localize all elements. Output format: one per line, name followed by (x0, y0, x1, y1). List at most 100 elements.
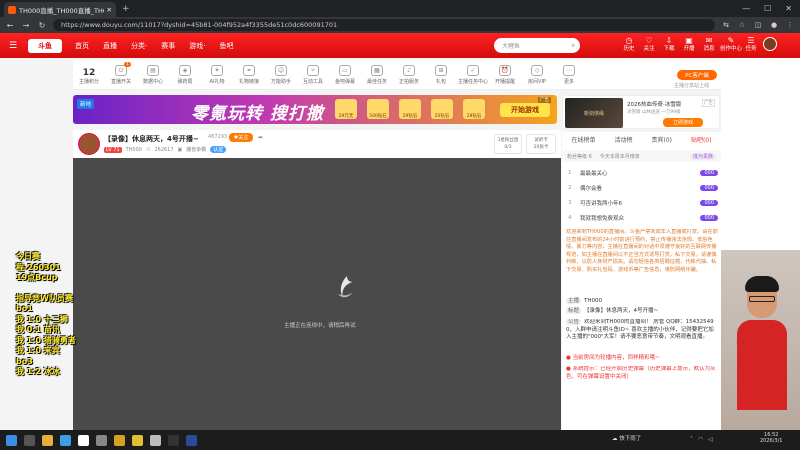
header-history-button[interactable]: ◷ 历史 (620, 37, 638, 53)
nav-home[interactable]: 首页 (75, 41, 89, 51)
forward-icon[interactable]: → (21, 21, 31, 30)
rank-value: 000 (700, 170, 718, 176)
tool-ai-gift[interactable]: ✦ AI礼物 (201, 60, 233, 85)
tab-online-rank[interactable]: 在线榜单 (571, 135, 595, 147)
browser-tab[interactable]: TH000直播_TH000直播_TH000视 ✕ (4, 2, 116, 17)
douyu-logo[interactable]: 斗鱼 (28, 38, 62, 53)
close-window-icon[interactable]: ✕ (785, 4, 792, 13)
fan-club-button[interactable]: 1星粉丝团 0/3 (494, 134, 522, 154)
app-icon[interactable] (150, 434, 161, 446)
hamburger-menu-icon[interactable]: ☰ (4, 41, 22, 51)
header-creator-button[interactable]: ✎ 创作中心 (720, 37, 742, 53)
search-input[interactable]: 大鲤鱼 ⌕ (494, 38, 580, 53)
nav-category[interactable]: 分类· (131, 41, 147, 51)
banner2-button[interactable]: 立即游戏 (663, 118, 703, 127)
tab-vip[interactable]: 贵宾(0) (651, 135, 672, 147)
search-icon[interactable] (24, 434, 35, 446)
tool-service[interactable]: ♪ 正拍服务 (393, 60, 425, 85)
tool-task-center[interactable]: ✓ 主播任务中心 (457, 60, 489, 85)
tab-post[interactable]: 贴吧(0) (691, 135, 712, 147)
level-block[interactable]: 12 主播积分 (73, 60, 105, 85)
message-text: TH000 (584, 298, 603, 304)
rank-row[interactable]: 1 最最最关心 000 (568, 167, 718, 179)
streamer-name[interactable]: TH000 (126, 147, 142, 153)
chevron-up-icon[interactable]: ˄ (690, 436, 693, 443)
tool-room-vip[interactable]: ◇ 房间VIP (521, 60, 553, 85)
windows-start-icon[interactable] (6, 434, 17, 446)
app-icon[interactable] (114, 434, 125, 446)
file-explorer-icon[interactable] (42, 434, 53, 446)
app-icon[interactable] (186, 434, 197, 446)
window-controls: — ☐ ✕ (742, 4, 800, 13)
video-player[interactable] (73, 158, 561, 430)
start-game-button[interactable]: 开始游戏 (500, 103, 550, 117)
message-label: 消息 (703, 46, 715, 52)
rank-row[interactable]: 2 偶尔会看 000 (568, 182, 718, 194)
tool-gift-pack[interactable]: ⊞ 礼包 (425, 60, 457, 85)
app-icon[interactable] (168, 434, 179, 446)
streamer-body (737, 320, 787, 410)
wifi-icon[interactable]: ◠ (698, 436, 703, 443)
message-text: 【录像】休息两天，4号开播~ (584, 308, 659, 314)
clock-date: 2026/3/1 (760, 438, 783, 444)
weather-widget[interactable]: ☁ 快下雨了 (612, 434, 641, 442)
volume-icon[interactable]: ◁ (708, 436, 713, 443)
tool-best-task[interactable]: ▦ 最佳任务 (361, 60, 393, 85)
maximize-icon[interactable]: ☐ (764, 4, 771, 13)
pc-client-button[interactable]: PC客户端 (677, 70, 717, 80)
tool-label: 礼物链接 (238, 79, 259, 85)
become-noble-button[interactable]: 成为贵族 (689, 152, 716, 160)
browser-menu-icon[interactable]: ⋮ (785, 21, 795, 29)
settings-icon[interactable] (96, 434, 107, 446)
rank-row[interactable]: 4 我就我想免费观众 000 (568, 212, 718, 224)
header-task-button[interactable]: ☰ 任务 (742, 37, 760, 53)
tool-more[interactable]: ⋯ 更多 (553, 60, 585, 85)
tool-data-center[interactable]: ▤ 数据中心 (137, 60, 169, 85)
extensions-icon[interactable]: ◫ (753, 21, 763, 29)
search-icon[interactable]: ⌕ (572, 42, 575, 50)
tool-interact[interactable]: ✧ 互动工具 (297, 60, 329, 85)
close-tab-icon[interactable]: ✕ (107, 6, 112, 14)
header-message-button[interactable]: ✉ 消息 (700, 37, 718, 53)
rank-number: 3 (568, 200, 572, 206)
app-icon[interactable] (132, 434, 143, 446)
trial-card-button[interactable]: 试听卡 20张卡 (526, 134, 556, 154)
nav-live[interactable]: 直播 (103, 41, 117, 51)
tool-live-switch[interactable]: 1 ⏻ 直播开关 (105, 60, 137, 85)
ad-banner-main[interactable]: 新地 零氪玩转 搜打撤 29元无 500钻石 29钻石 20钻石 28钻石 (73, 95, 557, 124)
header-broadcast-button[interactable]: ▣ 开播 (680, 37, 698, 53)
header-follow-button[interactable]: ♡ 关注 (640, 37, 658, 53)
user-avatar[interactable] (763, 37, 777, 51)
tab-activity-rank[interactable]: 活动榜 (614, 135, 632, 147)
ad-banner-side[interactable]: 新剑侠缘 2026热血传奇·冰雪版 冰雪版 山林送道 一刀99级 立即游戏 广告 (562, 95, 720, 129)
reload-icon[interactable]: ↻ (37, 21, 47, 30)
translate-icon[interactable]: ⇆ (721, 21, 731, 29)
nav-yuba[interactable]: 鱼吧 (219, 41, 233, 51)
back-icon[interactable]: ← (5, 21, 15, 30)
share-icon[interactable]: ➦ (258, 134, 263, 141)
tool-gift-link[interactable]: ⚭ 礼物链接 (233, 60, 265, 85)
edge-icon[interactable] (60, 434, 71, 446)
new-tab-button[interactable]: + (122, 4, 130, 14)
profile-icon[interactable]: ● (769, 21, 779, 29)
rank-row[interactable]: 3 可否讲我两小年6 000 (568, 197, 718, 209)
header-download-button[interactable]: ⇩ 下载 (660, 37, 678, 53)
bookmark-star-icon[interactable]: ☆ (737, 21, 747, 29)
webcam-logo: 斗鱼 (736, 339, 747, 345)
tool-ammo[interactable]: ◈ 弹药局 (169, 60, 201, 85)
follow-button[interactable]: ♥ 关注 (229, 133, 253, 142)
tool-reminder[interactable]: ⏰ 开播提醒 (489, 60, 521, 85)
tool-assistant[interactable]: ☺ 万能助手 (265, 60, 297, 85)
system-clock[interactable]: 16:52 2026/3/1 (760, 432, 782, 444)
chrome-icon[interactable] (78, 434, 89, 446)
rank-header: 粉丝等级 6 今天本周本月榜单 成为贵族 (562, 150, 721, 162)
streamer-avatar[interactable] (78, 133, 100, 155)
url-field[interactable]: https://www.douyu.com/11017?dyshid=45b81… (53, 19, 715, 31)
minimize-icon[interactable]: — (742, 4, 750, 13)
nav-games[interactable]: 游戏· (189, 41, 205, 51)
tool-yuba-danmu[interactable]: ▭ 鱼吧弹幕 (329, 60, 361, 85)
nav-esports[interactable]: 赛事 (161, 41, 175, 51)
tool-label: 互动工具 (302, 79, 323, 85)
category-link[interactable]: 魔兽争霸 (186, 146, 206, 153)
chat-message: 标题 【录像】休息两天，4号开播~ (566, 308, 718, 316)
